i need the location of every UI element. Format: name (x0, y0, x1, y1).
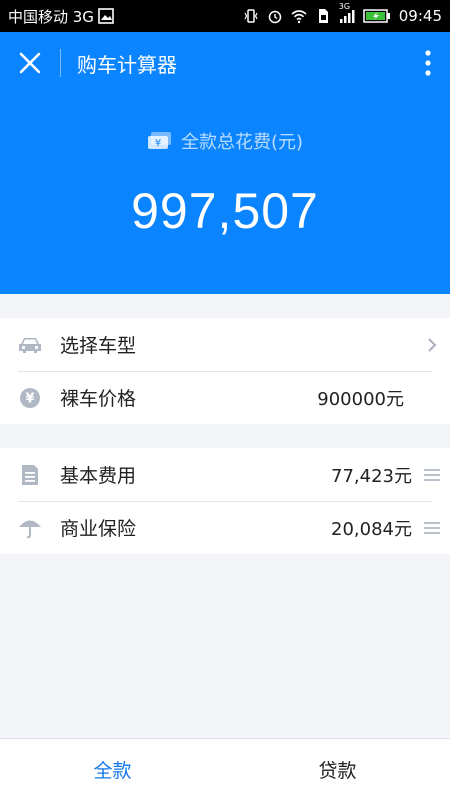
chevron-wrap (414, 337, 450, 353)
status-bar: 中国移动 3G 3G 09:45 (0, 0, 450, 32)
summary-label: 全款总花费(元) (180, 132, 304, 153)
list-icon (424, 521, 440, 534)
close-button[interactable] (0, 32, 60, 94)
select-model-row[interactable]: 选择车型 (0, 318, 450, 371)
more-button[interactable] (406, 32, 450, 94)
list-icon (424, 468, 440, 481)
yen-icon: ¥ (20, 387, 40, 408)
vibrate-icon (244, 9, 258, 23)
basic-cost-value: 77,423元 (331, 465, 412, 487)
network-badge: 3G (338, 2, 351, 11)
close-icon (19, 52, 41, 74)
car-icon (19, 337, 41, 353)
basic-cost-label: 基本费用 (60, 465, 137, 487)
tab-loan[interactable]: 贷款 (225, 739, 450, 800)
clock: 09:45 (398, 7, 442, 25)
car-icon-wrap (0, 335, 60, 355)
umbrella-icon-wrap (0, 516, 60, 540)
car-price-row[interactable]: ¥ 裸车价格 900000元 (0, 371, 450, 424)
cash-icon: ¥ (147, 132, 171, 149)
svg-text:¥: ¥ (155, 138, 161, 149)
insurance-label: 商业保险 (60, 518, 137, 540)
list-icon-wrap (414, 468, 450, 482)
chevron-right-icon (428, 337, 437, 352)
page-title: 购车计算器 (77, 52, 177, 77)
total-amount: 997,507 (131, 183, 319, 239)
umbrella-icon (19, 520, 41, 538)
list-icon-wrap-2 (414, 521, 450, 535)
carrier-label: 中国移动 3G (8, 7, 94, 26)
signal-group: 3G (339, 2, 355, 24)
sim-icon (318, 9, 328, 23)
app-bar: 购车计算器 (0, 32, 450, 94)
wifi-icon (291, 10, 307, 24)
insurance-value: 20,084元 (331, 518, 412, 540)
battery-icon (363, 9, 390, 23)
bottom-tab-bar: 全款 贷款 (0, 738, 450, 800)
tab-full-payment[interactable]: 全款 (0, 739, 225, 800)
alarm-icon (268, 10, 282, 24)
status-left: 中国移动 3G (8, 6, 114, 27)
gallery-icon (98, 8, 114, 24)
more-vertical-icon (425, 50, 431, 76)
car-price-label: 裸车价格 (60, 388, 137, 410)
summary-panel: ¥ 全款总花费(元) 997,507 (0, 94, 450, 294)
svg-text:¥: ¥ (25, 391, 34, 406)
car-group: 选择车型 ¥ 裸车价格 900000元 (0, 318, 450, 424)
basic-cost-row[interactable]: 基本费用 77,423元 (0, 448, 450, 501)
document-icon (22, 464, 38, 485)
yen-icon-wrap: ¥ (0, 387, 60, 409)
document-icon-wrap (0, 464, 60, 486)
insurance-row[interactable]: 商业保险 20,084元 (0, 501, 450, 554)
car-price-value: 900000元 (317, 388, 404, 410)
select-model-label: 选择车型 (60, 335, 137, 357)
status-right: 3G 09:45 (243, 2, 442, 25)
summary-label-row: ¥ 全款总花费(元) (147, 128, 303, 154)
cost-group: 基本费用 77,423元 商业保险 20,084元 (0, 448, 450, 554)
